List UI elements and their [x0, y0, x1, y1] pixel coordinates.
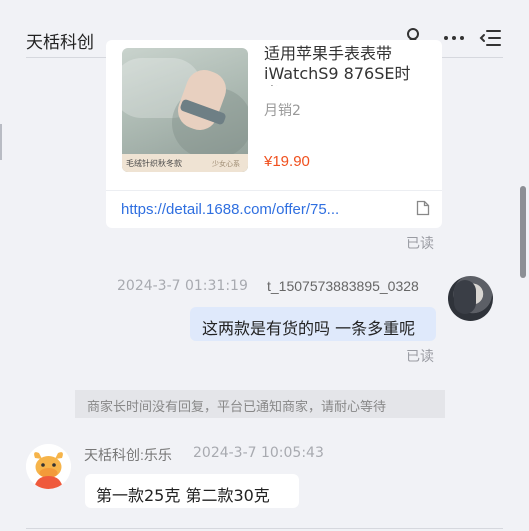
menu-list-icon[interactable]: [479, 26, 503, 50]
read-status: 已读: [406, 349, 434, 365]
product-card[interactable]: 毛绒针织秋冬款 少女心系 适用苹果手表表带iWatchS9 876SE时尚...…: [106, 40, 442, 228]
user-avatar[interactable]: [448, 276, 493, 321]
message-timestamp: 2024-3-7 10:05:43: [193, 445, 324, 461]
chat-title: 天栝科创: [26, 33, 94, 53]
incoming-message-text: 第一款25克 第二款30克: [96, 486, 270, 505]
outgoing-message-bubble[interactable]: 这两款是有货的吗 一条多重呢: [190, 307, 436, 341]
system-notice-text: 商家长时间没有回复，平台已通知商家，请耐心等待: [87, 400, 387, 415]
product-title[interactable]: 适用苹果手表表带iWatchS9 876SE时尚...: [264, 40, 434, 86]
merchant-sender: 天栝科创:乐乐: [84, 447, 172, 463]
product-sales: 月销2: [264, 103, 301, 119]
outgoing-message-text: 这两款是有货的吗 一条多重呢: [202, 319, 416, 338]
input-divider: [26, 528, 503, 529]
product-price: ¥19.90: [264, 153, 310, 170]
thumbnail-caption: 毛绒针织秋冬款: [126, 159, 182, 168]
scrollbar-thumb[interactable]: [520, 186, 526, 278]
merchant-avatar[interactable]: [26, 444, 71, 489]
panel-edge-marker: [0, 124, 2, 160]
message-sender: t_1507573883895_0328: [267, 278, 419, 294]
thumbnail-caption-right: 少女心系: [212, 160, 240, 168]
copy-document-icon[interactable]: [416, 200, 430, 216]
more-icon[interactable]: [442, 26, 466, 50]
incoming-message-bubble[interactable]: 第一款25克 第二款30克: [85, 474, 299, 508]
read-status: 已读: [406, 236, 434, 252]
card-divider: [106, 190, 442, 191]
product-link[interactable]: https://detail.1688.com/offer/75...: [121, 201, 339, 218]
system-notice: 商家长时间没有回复，平台已通知商家，请耐心等待: [75, 390, 445, 418]
message-timestamp: 2024-3-7 01:31:19: [117, 278, 248, 294]
product-thumbnail[interactable]: 毛绒针织秋冬款 少女心系: [122, 48, 248, 172]
